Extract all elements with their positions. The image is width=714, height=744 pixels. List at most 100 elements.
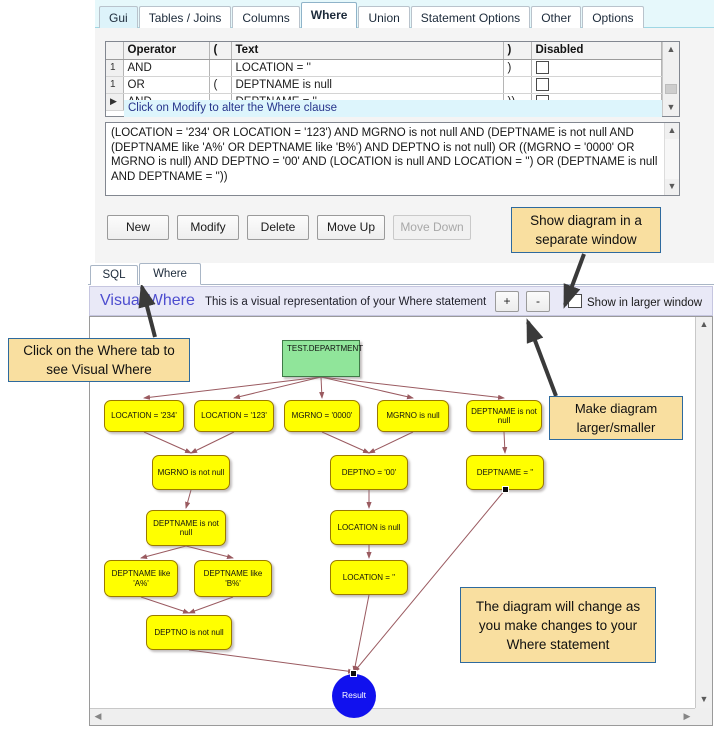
cell-disabled[interactable] bbox=[531, 59, 662, 77]
cell-disabled[interactable] bbox=[531, 76, 662, 94]
cell-text[interactable]: LOCATION = '' bbox=[231, 59, 504, 77]
diagram-node-dlikeb[interactable]: DEPTNAME like 'B%' bbox=[194, 560, 272, 597]
tab-other[interactable]: Other bbox=[531, 6, 582, 28]
scroll-right-icon[interactable]: ▶ bbox=[679, 709, 695, 725]
col-header-close-paren[interactable]: ) bbox=[503, 42, 532, 60]
disabled-checkbox[interactable] bbox=[535, 78, 549, 91]
row-marker: 1 bbox=[110, 79, 116, 90]
lower-tab-strip: SQL Where bbox=[88, 263, 714, 285]
move-up-button[interactable]: Move Up bbox=[317, 215, 385, 240]
diagram-node-label: DEPTNO = '00' bbox=[341, 467, 397, 477]
diagram-node-table[interactable]: TEST.DEPARTMENT bbox=[282, 340, 364, 377]
diagram-node-label: MGRNO is not null bbox=[157, 467, 225, 477]
table-row[interactable]: 1 AND LOCATION = '' ) bbox=[106, 59, 662, 77]
node-selection-handle[interactable] bbox=[350, 670, 357, 677]
tab-where-visual[interactable]: Where bbox=[139, 263, 201, 285]
zoom-out-button[interactable]: - bbox=[526, 291, 550, 312]
diagram-node-locnull[interactable]: LOCATION is null bbox=[330, 510, 408, 545]
cell-close-paren[interactable] bbox=[503, 76, 532, 94]
cell-open-paren[interactable] bbox=[209, 59, 232, 77]
where-clause-preview-text: (LOCATION = '234' OR LOCATION = '123') A… bbox=[111, 127, 658, 183]
diagram-node-dnempty[interactable]: DEPTNAME = '' bbox=[466, 455, 544, 493]
diagram-node-label: DEPTNO is not null bbox=[154, 627, 224, 637]
diagram-node-mgrnull[interactable]: MGRNO is null bbox=[377, 400, 449, 432]
show-larger-window-label: Show in larger window bbox=[587, 297, 703, 309]
disabled-checkbox[interactable] bbox=[535, 61, 549, 74]
tab-columns[interactable]: Columns bbox=[232, 6, 300, 28]
table-row[interactable]: 1 OR ( DEPTNAME is null bbox=[106, 76, 662, 94]
callout-diagram-changes: The diagram will change as you make chan… bbox=[460, 587, 656, 663]
diagram-node-loc234[interactable]: LOCATION = '234' bbox=[104, 400, 184, 432]
tab-union[interactable]: Union bbox=[358, 6, 410, 28]
callout-make-diagram-larger: Make diagram larger/smaller bbox=[549, 396, 683, 440]
diagram-node-label: DEPTNAME like 'B%' bbox=[203, 569, 263, 588]
diagram-node-label: LOCATION = '123' bbox=[201, 411, 267, 421]
show-larger-window-checkbox[interactable] bbox=[568, 294, 582, 308]
diagram-node-label: MGRNO is null bbox=[386, 411, 440, 421]
grid-hint-text: Click on Modify to alter the Where claus… bbox=[124, 100, 662, 117]
table-header-row: Operator ( Text ) Disabled bbox=[106, 42, 662, 60]
diagram-node-loc123[interactable]: LOCATION = '123' bbox=[194, 400, 274, 432]
col-header-disabled[interactable]: Disabled bbox=[531, 42, 662, 60]
diagram-node-dno00[interactable]: DEPTNO = '00' bbox=[330, 455, 408, 490]
diagram-node-label: DEPTNAME is not null bbox=[471, 406, 537, 426]
show-larger-window-option[interactable]: Show in larger window bbox=[568, 294, 702, 309]
grid-vertical-scrollbar[interactable]: ▲ ▼ bbox=[662, 42, 679, 116]
diagram-node-mgr0000[interactable]: MGRNO = '0000' bbox=[284, 400, 360, 432]
diagram-node-dnnotn[interactable]: DEPTNAME is not null bbox=[466, 400, 542, 432]
cell-operator[interactable]: OR bbox=[123, 76, 210, 94]
scroll-down-icon[interactable]: ▼ bbox=[665, 179, 679, 195]
callout-show-separate-window: Show diagram in a separate window bbox=[511, 207, 661, 253]
tab-sql[interactable]: SQL bbox=[90, 265, 138, 285]
tab-tables-joins[interactable]: Tables / Joins bbox=[138, 6, 232, 28]
diagram-node-dnnotn2[interactable]: DEPTNAME is not null bbox=[146, 510, 226, 546]
scroll-down-icon[interactable]: ▼ bbox=[696, 692, 712, 708]
where-clause-preview[interactable]: (LOCATION = '234' OR LOCATION = '123') A… bbox=[105, 122, 680, 196]
tab-where[interactable]: Where bbox=[300, 2, 358, 28]
scroll-down-icon[interactable]: ▼ bbox=[663, 100, 679, 116]
diagram-node-locempty[interactable]: LOCATION = '' bbox=[330, 560, 408, 595]
diagram-node-label: TEST.DEPARTMENT bbox=[287, 344, 364, 353]
diagram-node-mgrnotn[interactable]: MGRNO is not null bbox=[152, 455, 230, 490]
new-button[interactable]: New bbox=[107, 215, 169, 240]
diagram-horizontal-scrollbar[interactable]: ◀ ▶ bbox=[90, 708, 695, 725]
diagram-node-label: LOCATION = '234' bbox=[111, 411, 177, 421]
scroll-up-icon[interactable]: ▲ bbox=[696, 317, 712, 333]
preview-vertical-scrollbar[interactable]: ▲ ▼ bbox=[664, 123, 679, 195]
scrollbar-corner bbox=[695, 708, 712, 725]
cell-operator[interactable]: AND bbox=[123, 59, 210, 77]
cell-text[interactable]: DEPTNAME is null bbox=[231, 76, 504, 94]
top-tab-strip: Gui Tables / Joins Columns Where Union S… bbox=[95, 0, 714, 28]
move-down-button: Move Down bbox=[393, 215, 471, 240]
where-clause-grid[interactable]: Operator ( Text ) Disabled 1 AND LOCATIO… bbox=[105, 41, 680, 117]
diagram-node-label: LOCATION is null bbox=[337, 522, 401, 532]
col-header-selector bbox=[106, 42, 124, 60]
diagram-vertical-scrollbar[interactable]: ▲ ▼ bbox=[695, 317, 712, 708]
col-header-text[interactable]: Text bbox=[231, 42, 504, 60]
scroll-up-icon[interactable]: ▲ bbox=[665, 123, 679, 139]
scroll-up-icon[interactable]: ▲ bbox=[663, 42, 679, 58]
grid-scroll-thumb[interactable] bbox=[665, 84, 677, 94]
delete-button[interactable]: Delete bbox=[247, 215, 309, 240]
node-selection-handle[interactable] bbox=[502, 486, 509, 493]
col-header-open-paren[interactable]: ( bbox=[209, 42, 232, 60]
diagram-node-dnonotn[interactable]: DEPTNO is not null bbox=[146, 615, 232, 650]
diagram-node-dlikea[interactable]: DEPTNAME like 'A%' bbox=[104, 560, 178, 597]
tab-options[interactable]: Options bbox=[582, 6, 644, 28]
diagram-node-label: DEPTNAME is not null bbox=[153, 518, 219, 538]
zoom-in-button[interactable]: + bbox=[495, 291, 519, 312]
diagram-node-label: DEPTNAME like 'A%' bbox=[111, 569, 171, 588]
modify-button[interactable]: Modify bbox=[177, 215, 239, 240]
diagram-node-result[interactable]: Result bbox=[332, 670, 376, 718]
diagram-node-label: MGRNO = '0000' bbox=[291, 411, 353, 421]
visual-where-title: Visual Where bbox=[100, 292, 195, 309]
cell-close-paren[interactable]: ) bbox=[503, 59, 532, 77]
row-marker: 1 bbox=[110, 62, 116, 73]
diagram-node-label: DEPTNAME = '' bbox=[476, 467, 534, 477]
col-header-operator[interactable]: Operator bbox=[123, 42, 210, 60]
cell-open-paren[interactable]: ( bbox=[209, 76, 232, 94]
diagram-node-label: LOCATION = '' bbox=[342, 572, 396, 582]
tab-statement-options[interactable]: Statement Options bbox=[410, 6, 531, 28]
tab-gui[interactable]: Gui bbox=[99, 6, 138, 28]
scroll-left-icon[interactable]: ◀ bbox=[90, 709, 106, 725]
